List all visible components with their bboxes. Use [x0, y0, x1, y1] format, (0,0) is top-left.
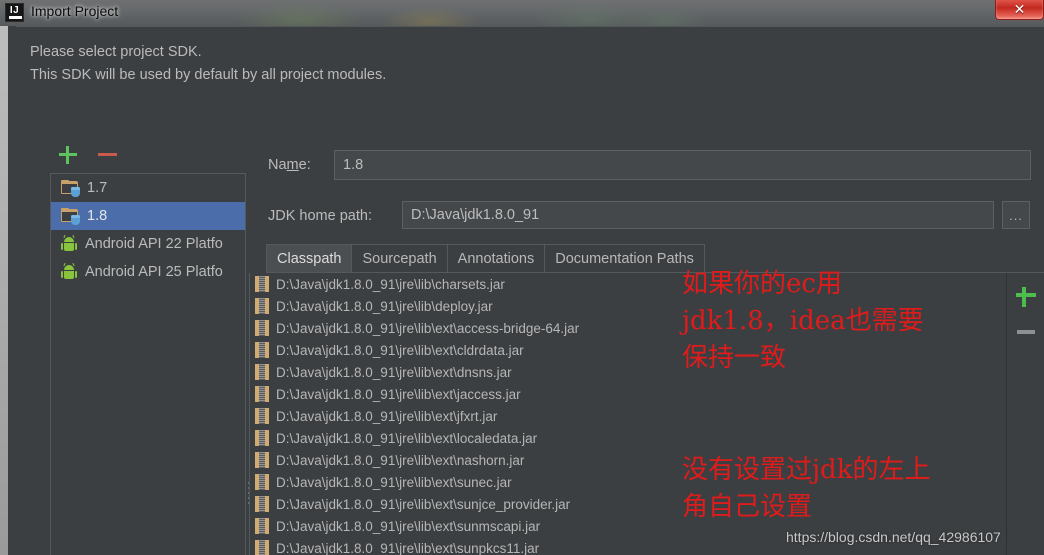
jdk-folder-icon	[61, 208, 80, 225]
classpath-entry[interactable]: D:\Java\jdk1.8.0_91\jre\lib\ext\localeda…	[250, 427, 1006, 449]
classpath-entry-label: D:\Java\jdk1.8.0_91\jre\lib\ext\sunec.ja…	[276, 474, 512, 490]
classpath-entry-label: D:\Java\jdk1.8.0_91\jre\lib\ext\jaccess.…	[276, 386, 521, 402]
watermark-url: https://blog.csdn.net/qq_42986107	[786, 529, 1001, 545]
classpath-entry-label: D:\Java\jdk1.8.0_91\jre\lib\ext\dnsns.ja…	[276, 364, 512, 380]
classpath-entry-label: D:\Java\jdk1.8.0_91\jre\lib\ext\localeda…	[276, 430, 538, 446]
window-title: Import Project	[31, 3, 119, 19]
classpath-entry-label: D:\Java\jdk1.8.0_91\jre\lib\ext\sunpkcs1…	[276, 540, 540, 555]
classpath-entry-label: D:\Java\jdk1.8.0_91\jre\lib\ext\nashorn.…	[276, 452, 525, 468]
classpath-entry-label: D:\Java\jdk1.8.0_91\jre\lib\ext\sunmscap…	[276, 518, 541, 534]
classpath-entry[interactable]: D:\Java\jdk1.8.0_91\jre\lib\ext\access-b…	[250, 317, 1006, 339]
add-classpath-button[interactable]	[1014, 283, 1038, 307]
jdk-home-path-label: JDK home path:	[268, 208, 372, 224]
jar-icon	[255, 540, 269, 555]
sdk-list-item[interactable]: Android API 25 Platfo	[51, 258, 245, 286]
add-sdk-button[interactable]	[56, 143, 80, 167]
sdk-item-label: Android API 22 Platfo	[85, 236, 223, 252]
close-icon: ✕	[1013, 1, 1026, 17]
classpath-entry[interactable]: D:\Java\jdk1.8.0_91\jre\lib\ext\nashorn.…	[250, 449, 1006, 471]
tab-documentation-paths[interactable]: Documentation Paths	[544, 244, 705, 273]
classpath-right-divider	[1006, 273, 1007, 555]
remove-classpath-button[interactable]	[1014, 320, 1038, 344]
jar-icon	[255, 386, 269, 402]
jar-icon	[255, 518, 269, 534]
classpath-entry[interactable]: D:\Java\jdk1.8.0_91\jre\lib\ext\sunec.ja…	[250, 471, 1006, 493]
android-icon	[61, 262, 77, 280]
classpath-entry[interactable]: D:\Java\jdk1.8.0_91\jre\lib\ext\jaccess.…	[250, 383, 1006, 405]
classpath-entry-label: D:\Java\jdk1.8.0_91\jre\lib\charsets.jar	[276, 276, 505, 292]
classpath-entry[interactable]: D:\Java\jdk1.8.0_91\jre\lib\ext\jfxrt.ja…	[250, 405, 1006, 427]
dialog-content: Please select project SDK. This SDK will…	[16, 26, 1044, 555]
sdk-list[interactable]: 1.7 1.8 Android API 22 Platfo Android AP…	[50, 173, 246, 555]
classpath-entry-label: D:\Java\jdk1.8.0_91\jre\lib\deploy.jar	[276, 298, 493, 314]
jar-icon	[255, 298, 269, 314]
name-label: Name:	[268, 157, 311, 173]
jar-icon	[255, 452, 269, 468]
jar-icon	[255, 496, 269, 512]
sdk-item-label: 1.8	[87, 208, 108, 224]
classpath-entry-label: D:\Java\jdk1.8.0_91\jre\lib\ext\sunjce_p…	[276, 496, 571, 512]
logo-glyph: IJ	[9, 5, 20, 16]
import-project-dialog: IJ Import Project ✕ Please select projec…	[0, 0, 1044, 555]
classpath-list[interactable]: D:\Java\jdk1.8.0_91\jre\lib\charsets.jar…	[249, 273, 1006, 555]
logo-underbar	[9, 16, 22, 19]
tab-classpath[interactable]: Classpath	[266, 244, 353, 273]
tab-sourcepath[interactable]: Sourcepath	[351, 244, 448, 273]
sdk-toolbar	[48, 143, 118, 167]
sdk-list-item[interactable]: Android API 22 Platfo	[51, 230, 245, 258]
classpath-entry[interactable]: D:\Java\jdk1.8.0_91\jre\lib\ext\cldrdata…	[250, 339, 1006, 361]
classpath-entry[interactable]: D:\Java\jdk1.8.0_91\jre\lib\deploy.jar	[250, 295, 1006, 317]
classpath-entry-label: D:\Java\jdk1.8.0_91\jre\lib\ext\cldrdata…	[276, 342, 524, 358]
tab-annotations[interactable]: Annotations	[446, 244, 546, 273]
window-titlebar: IJ Import Project ✕	[0, 0, 1044, 26]
dialog-instruction-text: Please select project SDK. This SDK will…	[30, 44, 387, 83]
sdk-list-item-selected[interactable]: 1.8	[51, 202, 245, 230]
jar-icon	[255, 408, 269, 424]
jar-icon	[255, 364, 269, 380]
jar-icon	[255, 276, 269, 292]
sdk-item-label: Android API 25 Platfo	[85, 264, 223, 280]
jar-icon	[255, 342, 269, 358]
name-input[interactable]: 1.8	[334, 150, 1031, 180]
remove-sdk-button[interactable]	[96, 143, 120, 167]
intellij-logo-icon: IJ	[5, 3, 24, 22]
classpath-entry[interactable]: D:\Java\jdk1.8.0_91\jre\lib\ext\sunjce_p…	[250, 493, 1006, 515]
dialog-frame: Please select project SDK. This SDK will…	[0, 26, 1044, 555]
browse-button[interactable]: ...	[1002, 201, 1030, 229]
jdk-home-path-input[interactable]: D:\Java\jdk1.8.0_91	[402, 201, 994, 229]
jar-icon	[255, 430, 269, 446]
classpath-entry-label: D:\Java\jdk1.8.0_91\jre\lib\ext\jfxrt.ja…	[276, 408, 498, 424]
sdk-item-label: 1.7	[87, 180, 108, 196]
classpath-entry[interactable]: D:\Java\jdk1.8.0_91\jre\lib\ext\dnsns.ja…	[250, 361, 1006, 383]
jar-icon	[255, 320, 269, 336]
sdk-list-item[interactable]: 1.7	[51, 174, 245, 202]
close-button[interactable]: ✕	[995, 0, 1044, 20]
jar-icon	[255, 474, 269, 490]
detail-tabs: Classpath Sourcepath Annotations Documen…	[266, 243, 1044, 273]
classpath-entry-label: D:\Java\jdk1.8.0_91\jre\lib\ext\access-b…	[276, 320, 580, 336]
jdk-folder-icon	[61, 180, 80, 197]
android-icon	[61, 234, 77, 252]
classpath-entry[interactable]: D:\Java\jdk1.8.0_91\jre\lib\charsets.jar	[250, 273, 1006, 295]
